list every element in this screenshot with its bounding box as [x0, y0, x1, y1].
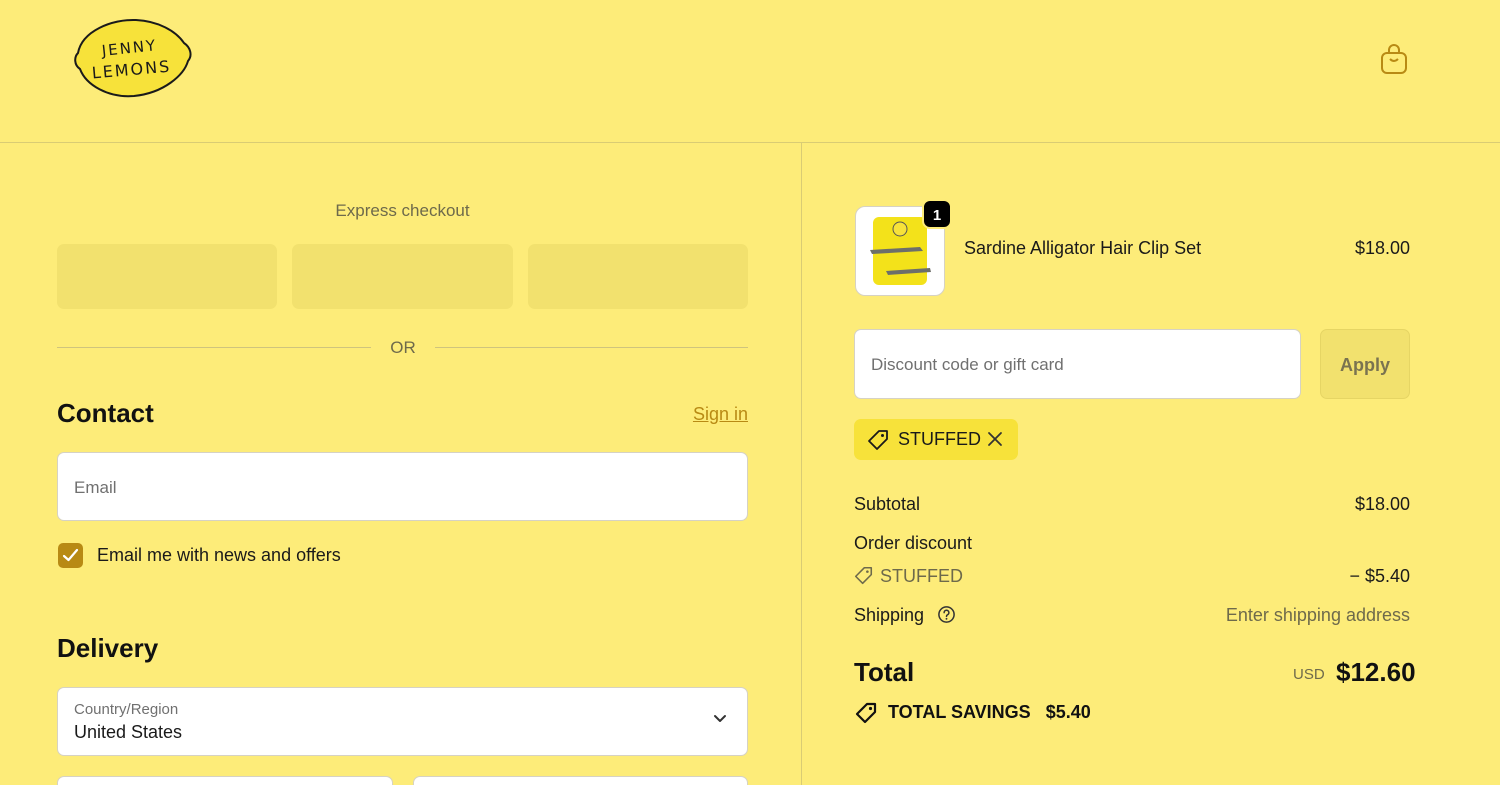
applied-discount-chip: STUFFED: [854, 419, 1018, 460]
express-pay-button-1[interactable]: [57, 244, 277, 309]
order-discount-code: STUFFED: [880, 566, 963, 586]
help-circle-icon[interactable]: [937, 605, 956, 624]
total-savings-value: $5.40: [1045, 702, 1091, 722]
column-divider: [801, 143, 802, 785]
shipping-label: Shipping: [854, 605, 925, 625]
savings-tag-icon: [855, 702, 877, 724]
order-discount-label: Order discount: [854, 533, 973, 553]
close-icon[interactable]: [986, 430, 1004, 448]
check-icon: [62, 548, 79, 562]
header: JENNY LEMONS: [0, 0, 1500, 143]
sign-in-link[interactable]: Sign in: [660, 404, 748, 425]
first-name-field[interactable]: [57, 776, 393, 785]
or-divider-text: OR: [390, 338, 416, 357]
discount-code-input[interactable]: Discount code or gift card: [854, 329, 1301, 399]
subtotal-value: $18.00: [1354, 494, 1410, 514]
total-savings: TOTAL SAVINGS $5.40: [888, 702, 1091, 723]
total-amount: $12.60: [1336, 657, 1416, 687]
country-select-value: United States: [74, 722, 183, 742]
product-name: Sardine Alligator Hair Clip Set: [964, 238, 1202, 258]
subtotal-label: Subtotal: [854, 494, 921, 514]
product-price: $18.00: [1354, 238, 1410, 258]
or-divider-left: [57, 347, 371, 348]
discount-code-placeholder: Discount code or gift card: [871, 355, 1064, 374]
apply-discount-button[interactable]: Apply: [1320, 329, 1410, 399]
tag-icon: [854, 566, 873, 585]
shopping-bag-icon[interactable]: [1378, 42, 1410, 76]
newsletter-label: Email me with news and offers: [97, 545, 341, 565]
contact-heading: Contact: [57, 398, 154, 428]
tag-icon: [868, 430, 888, 450]
country-select-label: Country/Region: [74, 701, 179, 718]
or-divider-right: [435, 347, 748, 348]
express-checkout-title: Express checkout: [335, 201, 470, 220]
country-select[interactable]: Country/Region United States: [57, 687, 748, 756]
applied-discount-code: STUFFED: [898, 429, 981, 449]
delivery-heading: Delivery: [57, 633, 159, 663]
chevron-down-icon: [714, 715, 726, 722]
newsletter-checkbox[interactable]: [58, 543, 83, 568]
jenny-lemons-logo[interactable]: JENNY LEMONS: [72, 17, 194, 99]
last-name-field[interactable]: [413, 776, 748, 785]
express-pay-button-3[interactable]: [528, 244, 748, 309]
total-label: Total: [854, 657, 915, 687]
shipping-value: Enter shipping address: [1225, 605, 1410, 625]
total-savings-label: TOTAL SAVINGS: [888, 702, 1031, 722]
email-field[interactable]: Email: [57, 452, 748, 521]
email-placeholder: Email: [74, 478, 117, 497]
express-pay-button-2[interactable]: [292, 244, 513, 309]
total-currency: USD: [1293, 666, 1325, 683]
order-discount-value: − $5.40: [1349, 566, 1410, 586]
quantity-badge: 1: [922, 199, 952, 229]
